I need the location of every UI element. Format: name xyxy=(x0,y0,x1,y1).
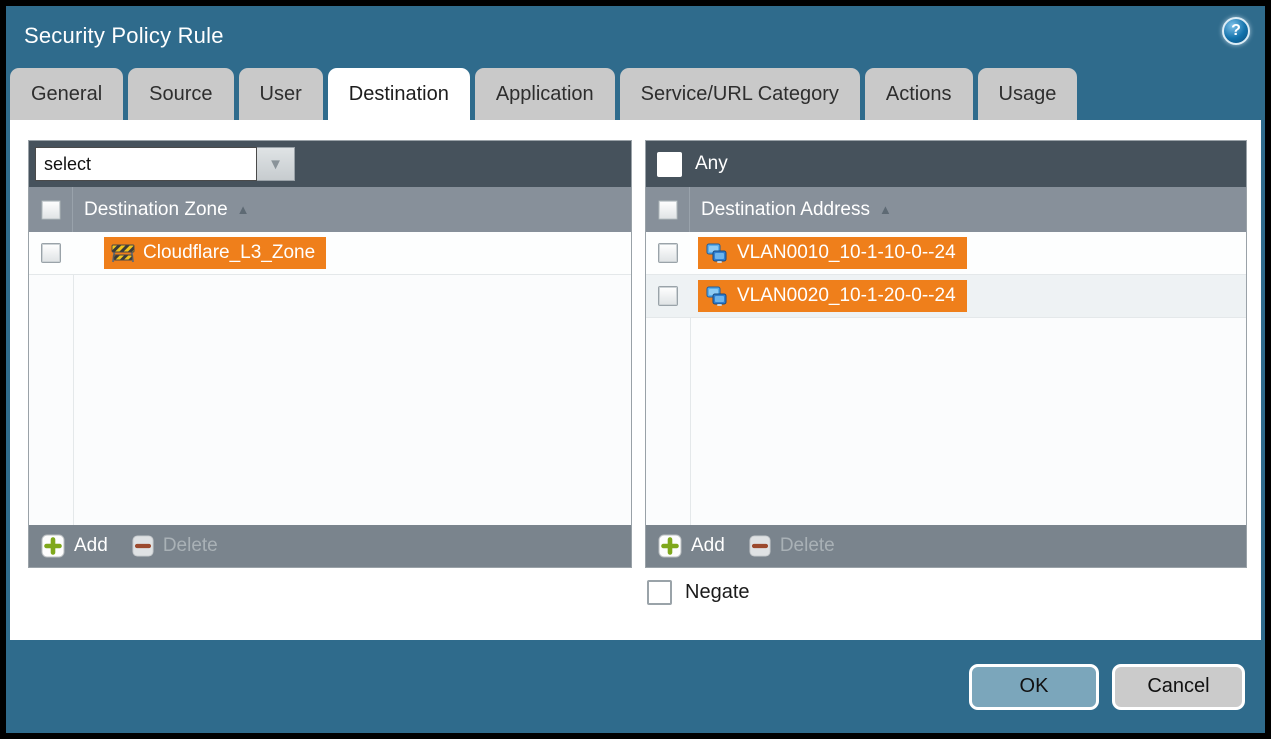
dialog-footer: OK Cancel xyxy=(6,640,1265,733)
tab-bar: General Source User Destination Applicat… xyxy=(10,68,1261,120)
delete-icon xyxy=(132,535,154,557)
delete-button[interactable]: Delete xyxy=(749,535,835,557)
address-list: VLAN0010_10-1-10-0--24 xyxy=(646,232,1246,525)
zone-panel-toolbar: ▼ xyxy=(29,141,631,187)
destination-tab-content: ▼ Destination Zone ▲ xyxy=(10,120,1261,640)
ok-button[interactable]: OK xyxy=(969,664,1099,710)
address-header-checkbox-cell xyxy=(646,187,690,232)
tab-usage[interactable]: Usage xyxy=(978,68,1078,120)
zone-list: Cloudflare_L3_Zone xyxy=(29,232,631,525)
zone-column-header: Destination Zone ▲ xyxy=(29,187,631,232)
negate-checkbox[interactable] xyxy=(647,580,672,605)
destination-zone-panel: ▼ Destination Zone ▲ xyxy=(28,140,632,568)
table-row[interactable]: Cloudflare_L3_Zone xyxy=(29,232,631,275)
tab-destination[interactable]: Destination xyxy=(328,68,470,120)
add-button[interactable]: Add xyxy=(41,534,108,558)
address-icon xyxy=(705,286,729,307)
tab-source[interactable]: Source xyxy=(128,68,233,120)
tab-actions[interactable]: Actions xyxy=(865,68,973,120)
zone-chip-label: Cloudflare_L3_Zone xyxy=(143,242,315,264)
address-panel-toolbar: Any xyxy=(646,141,1246,187)
zone-select-dropdown-button[interactable]: ▼ xyxy=(257,147,295,181)
zone-panel-footer: Add Delete xyxy=(29,525,631,567)
address-panel-footer: Add Delete xyxy=(646,525,1246,567)
add-button-label: Add xyxy=(691,535,725,557)
any-label: Any xyxy=(695,153,728,175)
address-chip[interactable]: VLAN0010_10-1-10-0--24 xyxy=(698,237,967,269)
sort-asc-icon[interactable]: ▲ xyxy=(879,202,892,217)
security-policy-rule-dialog: Security Policy Rule ? General Source Us… xyxy=(6,6,1265,733)
zone-chip[interactable]: Cloudflare_L3_Zone xyxy=(104,237,326,269)
delete-button-label: Delete xyxy=(780,535,835,557)
address-chip-label: VLAN0010_10-1-10-0--24 xyxy=(737,242,956,264)
row-checkbox[interactable] xyxy=(658,243,678,263)
negate-label: Negate xyxy=(685,581,750,604)
table-row[interactable]: VLAN0010_10-1-10-0--24 xyxy=(646,232,1246,275)
address-select-all-checkbox[interactable] xyxy=(658,200,678,220)
tab-general[interactable]: General xyxy=(10,68,123,120)
row-checkbox-cell xyxy=(646,232,690,274)
tab-user[interactable]: User xyxy=(239,68,323,120)
tab-service-url-category[interactable]: Service/URL Category xyxy=(620,68,860,120)
cancel-button[interactable]: Cancel xyxy=(1112,664,1245,710)
add-button[interactable]: Add xyxy=(658,534,725,558)
delete-icon xyxy=(749,535,771,557)
add-icon xyxy=(658,534,682,558)
any-checkbox[interactable] xyxy=(657,152,682,177)
row-checkbox-cell xyxy=(29,232,73,274)
dialog-title: Security Policy Rule xyxy=(24,23,224,49)
address-column-header: Destination Address ▲ xyxy=(646,187,1246,232)
add-icon xyxy=(41,534,65,558)
zone-select-input[interactable] xyxy=(35,147,257,181)
delete-button[interactable]: Delete xyxy=(132,535,218,557)
row-checkbox[interactable] xyxy=(41,243,61,263)
address-column-label[interactable]: Destination Address xyxy=(701,199,870,221)
titlebar: Security Policy Rule ? xyxy=(6,6,1265,68)
chevron-down-icon: ▼ xyxy=(268,156,283,173)
zone-select-all-checkbox[interactable] xyxy=(41,200,61,220)
row-checkbox[interactable] xyxy=(658,286,678,306)
address-chip-label: VLAN0020_10-1-20-0--24 xyxy=(737,285,956,307)
destination-address-panel: Any Destination Address ▲ xyxy=(645,140,1247,568)
address-chip[interactable]: VLAN0020_10-1-20-0--24 xyxy=(698,280,967,312)
delete-button-label: Delete xyxy=(163,535,218,557)
sort-asc-icon[interactable]: ▲ xyxy=(237,202,250,217)
help-icon[interactable]: ? xyxy=(1222,17,1250,45)
row-checkbox-cell xyxy=(646,275,690,317)
tab-application[interactable]: Application xyxy=(475,68,615,120)
zone-icon xyxy=(111,243,135,263)
table-row[interactable]: VLAN0020_10-1-20-0--24 xyxy=(646,275,1246,318)
zone-column-label[interactable]: Destination Zone xyxy=(84,199,228,221)
zone-header-checkbox-cell xyxy=(29,187,73,232)
address-icon xyxy=(705,243,729,264)
negate-row: Negate xyxy=(647,580,750,605)
add-button-label: Add xyxy=(74,535,108,557)
